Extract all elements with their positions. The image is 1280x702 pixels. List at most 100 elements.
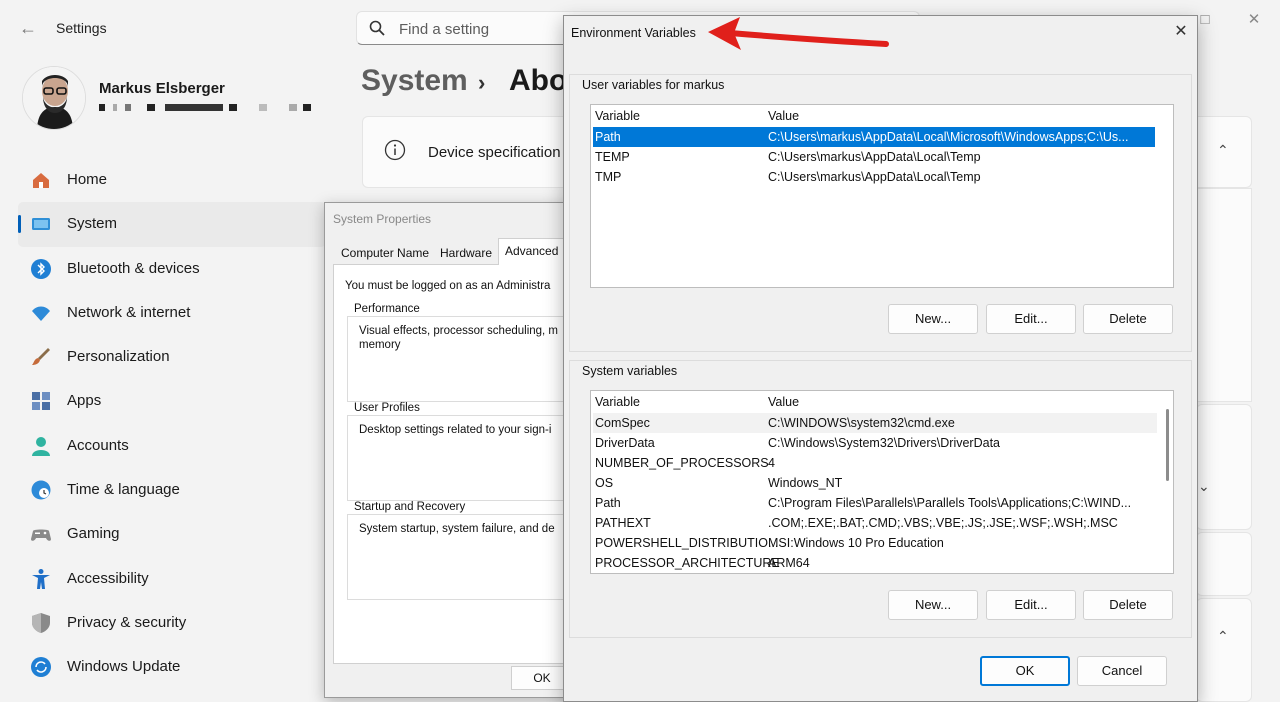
avatar[interactable] xyxy=(22,66,86,130)
user-new-button[interactable]: New... xyxy=(888,304,978,334)
breadcrumb-system[interactable]: System xyxy=(361,64,468,98)
chevron-up-icon[interactable]: ⌃ xyxy=(1217,142,1229,159)
system-edit-button[interactable]: Edit... xyxy=(986,590,1076,620)
table-row[interactable]: TMP C:\Users\markus\AppData\Local\Temp xyxy=(593,167,1155,187)
sidebar-item-privacy-security[interactable]: Privacy & security xyxy=(18,601,326,645)
user-email-redacted xyxy=(99,102,319,114)
sidebar-item-label: Home xyxy=(67,171,108,188)
sidebar-item-system[interactable]: System xyxy=(18,202,326,247)
variable-value: .COM;.EXE;.BAT;.CMD;.VBS;.VBE;.JS;.JSE;.… xyxy=(768,516,1118,530)
chevron-right-icon: › xyxy=(478,70,486,95)
column-value[interactable]: Value xyxy=(768,395,799,409)
performance-label: Performance xyxy=(352,303,422,315)
system-variables-label: System variables xyxy=(582,364,678,378)
variable-value: 4 xyxy=(768,456,775,470)
user-profiles-text: Desktop settings related to your sign-i xyxy=(359,424,552,436)
variable-value: C:\Users\markus\AppData\Local\Microsoft\… xyxy=(768,130,1129,144)
sidebar-item-windows-update[interactable]: Windows Update xyxy=(18,645,326,689)
shield-icon xyxy=(32,612,50,633)
environment-variables-dialog: Environment Variables ✕ User variables f… xyxy=(563,15,1198,702)
ok-button[interactable]: OK xyxy=(980,656,1070,686)
variable-value: MSI:Windows 10 Pro Education xyxy=(768,536,944,550)
system-variables-list[interactable]: Variable Value ComSpec C:\WINDOWS\system3… xyxy=(590,390,1174,574)
variable-name: PROCESSOR_ARCHITECTURE xyxy=(595,556,780,570)
table-row[interactable]: TEMP C:\Users\markus\AppData\Local\Temp xyxy=(593,147,1155,167)
user-profiles-label: User Profiles xyxy=(352,402,422,414)
tab-computer-name[interactable]: Computer Name xyxy=(335,241,435,265)
variable-name: TMP xyxy=(595,170,622,184)
system-new-button[interactable]: New... xyxy=(888,590,978,620)
table-row[interactable]: Path C:\Users\markus\AppData\Local\Micros… xyxy=(593,127,1155,147)
page-title: Abo xyxy=(509,64,568,97)
sidebar-item-gaming[interactable]: Gaming xyxy=(18,512,326,556)
column-variable[interactable]: Variable xyxy=(595,395,640,409)
performance-text-2: memory xyxy=(359,339,401,351)
column-value[interactable]: Value xyxy=(768,109,799,123)
variable-value: C:\Program Files\Parallels\Parallels Too… xyxy=(768,496,1132,510)
user-variables-list[interactable]: Variable Value Path C:\Users\markus\AppDa… xyxy=(590,104,1174,288)
table-row[interactable]: NUMBER_OF_PROCESSORS 4 xyxy=(593,453,1157,473)
sidebar-item-accounts[interactable]: Accounts xyxy=(18,424,326,468)
startup-recovery-text: System startup, system failure, and de xyxy=(359,523,555,535)
sidebar-item-label: Accessibility xyxy=(67,569,149,587)
clock-globe-icon xyxy=(31,480,51,500)
avatar-photo-icon xyxy=(23,67,85,129)
performance-text-1: Visual effects, processor scheduling, m xyxy=(359,325,559,337)
sidebar-item-label: Bluetooth & devices xyxy=(67,259,200,277)
sidebar-item-home[interactable]: Home xyxy=(18,158,326,202)
close-icon[interactable]: ✕ xyxy=(1244,10,1264,30)
table-row[interactable]: DriverData C:\Windows\System32\Drivers\Dr… xyxy=(593,433,1157,453)
sidebar-item-label: Network & internet xyxy=(67,303,191,321)
sidebar-item-bluetooth-devices[interactable]: Bluetooth & devices xyxy=(18,247,326,291)
tab-hardware[interactable]: Hardware xyxy=(434,241,498,265)
startup-recovery-label: Startup and Recovery xyxy=(352,501,468,513)
table-row[interactable]: PATHEXT .COM;.EXE;.BAT;.CMD;.VBS;.VBE;.JS… xyxy=(593,513,1157,533)
sidebar-item-label: Time & language xyxy=(67,481,180,499)
bluetooth-icon xyxy=(31,258,51,279)
variable-name: ComSpec xyxy=(595,416,650,430)
user-delete-button[interactable]: Delete xyxy=(1083,304,1173,334)
sidebar-item-label: Privacy & security xyxy=(67,613,187,631)
table-row[interactable]: ComSpec C:\WINDOWS\system32\cmd.exe xyxy=(593,413,1157,433)
variable-value: C:\Users\markus\AppData\Local\Temp xyxy=(768,170,981,184)
sidebar-item-apps[interactable]: Apps xyxy=(18,379,326,423)
system-icon xyxy=(32,218,50,231)
sidebar-item-label: Apps xyxy=(67,392,102,410)
variable-name: POWERSHELL_DISTRIBUTIO... xyxy=(595,536,779,550)
column-variable[interactable]: Variable xyxy=(595,109,640,123)
admin-warning: You must be logged on as an Administra xyxy=(345,280,551,292)
system-delete-button[interactable]: Delete xyxy=(1083,590,1173,620)
table-row[interactable]: Path C:\Program Files\Parallels\Parallels… xyxy=(593,493,1157,513)
sidebar-item-network-internet[interactable]: Network & internet xyxy=(18,291,326,335)
user-edit-button[interactable]: Edit... xyxy=(986,304,1076,334)
maximize-icon[interactable]: □ xyxy=(1195,10,1215,30)
cancel-button[interactable]: Cancel xyxy=(1077,656,1167,686)
sidebar-item-time-language[interactable]: Time & language xyxy=(18,468,326,512)
close-icon[interactable]: ✕ xyxy=(1171,22,1191,42)
system-properties-dialog: System Properties Computer Name Hardware… xyxy=(324,202,574,698)
sidebar-item-accessibility[interactable]: Accessibility xyxy=(18,557,326,601)
chevron-up-icon-2[interactable]: ⌃ xyxy=(1217,628,1229,645)
sidebar-item-personalization[interactable]: Personalization xyxy=(18,335,326,379)
variable-value: C:\WINDOWS\system32\cmd.exe xyxy=(768,416,955,430)
table-row[interactable]: OS Windows_NT xyxy=(593,473,1157,493)
variable-value: Windows_NT xyxy=(768,476,843,490)
tab-advanced[interactable]: Advanced xyxy=(498,238,566,265)
variable-name: TEMP xyxy=(595,150,630,164)
chevron-down-icon[interactable]: ⌄ xyxy=(1198,478,1210,495)
back-arrow-icon[interactable]: ← xyxy=(16,16,40,40)
brush-icon xyxy=(32,348,50,366)
tab-strip: Computer Name Hardware Advanced xyxy=(333,238,573,265)
apps-icon xyxy=(32,392,50,411)
update-icon xyxy=(31,657,51,678)
table-row[interactable]: PROCESSOR_ARCHITECTURE ARM64 xyxy=(593,553,1157,573)
windows-spec-card xyxy=(1196,598,1252,702)
variable-name: Path xyxy=(595,496,621,510)
red-arrow-annotation-icon xyxy=(708,17,889,50)
variable-name: DriverData xyxy=(595,436,655,450)
related-card xyxy=(1196,404,1252,530)
spec-details-card xyxy=(1196,188,1252,402)
table-row[interactable]: POWERSHELL_DISTRIBUTIO... MSI:Windows 10 … xyxy=(593,533,1157,553)
scrollbar-thumb[interactable] xyxy=(1166,409,1169,481)
sidebar-item-label: Windows Update xyxy=(67,658,181,676)
